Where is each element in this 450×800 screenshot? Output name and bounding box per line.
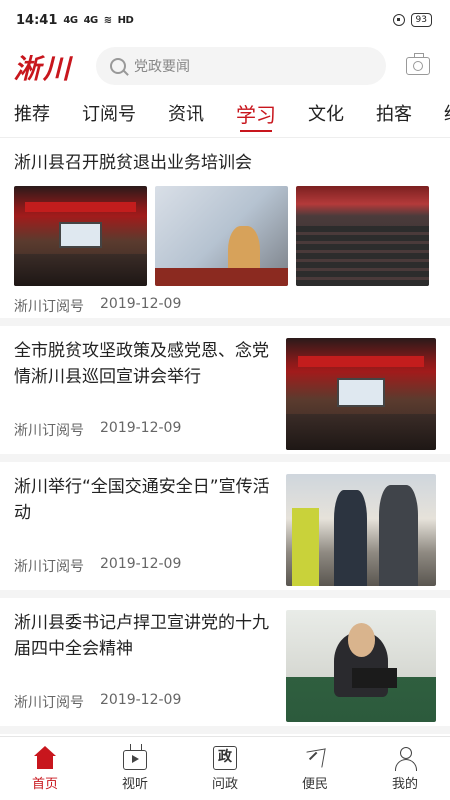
news-image: [286, 610, 436, 722]
news-text: 淅川县委书记卢捍卫宣讲党的十九届四中全会精神 淅川订阅号 2019-12-09: [14, 610, 286, 726]
news-title: 淅川县委书记卢捍卫宣讲党的十九届四中全会精神: [14, 613, 269, 659]
news-source: 淅川订阅号: [14, 423, 84, 439]
news-date: 2019-12-09: [100, 420, 182, 436]
news-meta: 淅川订阅号 2019-12-09: [14, 556, 272, 576]
nav-label: 问政: [211, 776, 238, 792]
wifi-icon: ≋: [103, 14, 112, 26]
battery-icon: 93: [410, 13, 432, 27]
news-date: 2019-12-09: [100, 556, 182, 572]
news-image: [14, 186, 147, 286]
tab-subscriptions[interactable]: 订阅号: [82, 92, 136, 137]
bottom-nav: 首页 视听 政 问政 便民 我的: [0, 736, 450, 800]
news-image: [286, 474, 436, 586]
status-bar: 14:41 4G 4G ≋ HD 93: [0, 0, 450, 40]
hd-icon: HD: [117, 14, 134, 26]
camera-icon[interactable]: [406, 53, 430, 75]
tv-icon: [123, 749, 147, 770]
news-meta: 淅川订阅号 2019-12-09: [14, 296, 436, 316]
tab-economy[interactable]: 经济: [444, 92, 450, 137]
search-input[interactable]: 党政要闻: [96, 47, 386, 85]
news-text: 淅川举行“全国交通安全日”宣传活动 淅川订阅号 2019-12-09: [14, 474, 286, 590]
nav-home[interactable]: 首页: [0, 737, 90, 800]
news-title: 淅川举行“全国交通安全日”宣传活动: [14, 477, 270, 523]
search-placeholder: 党政要闻: [134, 59, 190, 75]
app-logo: 淅川: [14, 53, 72, 85]
send-icon: [303, 746, 327, 770]
news-source: 淅川订阅号: [14, 695, 84, 711]
signal-icon-2: 4G: [83, 14, 99, 26]
tab-culture[interactable]: 文化: [308, 92, 344, 137]
news-image: [155, 186, 288, 286]
tab-recommend[interactable]: 推荐: [14, 92, 50, 137]
news-meta: 淅川订阅号 2019-12-09: [14, 692, 272, 712]
news-date: 2019-12-09: [100, 296, 182, 312]
news-meta: 淅川订阅号 2019-12-09: [14, 420, 272, 440]
status-right: 93: [392, 13, 432, 27]
news-title: 淅川县召开脱贫退出业务培训会: [14, 153, 252, 173]
zheng-icon: 政: [213, 745, 237, 770]
news-feed: 淅川县召开脱贫退出业务培训会 淅川订阅号 2019-12-09 全市脱贫攻坚政策…: [0, 138, 450, 734]
app-header: 淅川 党政要闻: [0, 40, 450, 92]
status-time: 14:41: [16, 12, 58, 28]
nav-video[interactable]: 视听: [90, 737, 180, 800]
news-item[interactable]: 淅川县召开脱贫退出业务培训会 淅川订阅号 2019-12-09: [0, 138, 450, 326]
news-image: [286, 338, 436, 450]
user-icon: [393, 746, 417, 771]
status-left: 14:41 4G 4G ≋ HD: [16, 12, 134, 28]
tab-paike[interactable]: 拍客: [376, 92, 412, 137]
news-item[interactable]: 淅川县委书记卢捍卫宣讲党的十九届四中全会精神 淅川订阅号 2019-12-09: [0, 598, 450, 734]
search-icon: [110, 58, 126, 74]
signal-icon: 4G: [63, 14, 78, 26]
nav-mine[interactable]: 我的: [360, 737, 450, 800]
news-date: 2019-12-09: [100, 692, 182, 708]
nav-wenzheng[interactable]: 政 问政: [180, 737, 270, 800]
nav-label: 首页: [31, 776, 58, 792]
rotation-lock-icon: [392, 14, 405, 26]
news-text: 全市脱贫攻坚政策及感党恩、念党情淅川县巡回宣讲会举行 淅川订阅号 2019-12…: [14, 338, 286, 454]
channel-tabs: 推荐 订阅号 资讯 学习 文化 拍客 经济: [0, 92, 450, 138]
tab-study[interactable]: 学习: [236, 92, 276, 137]
tab-news[interactable]: 资讯: [168, 92, 204, 137]
nav-label: 视听: [121, 776, 148, 792]
nav-label: 我的: [391, 776, 418, 792]
nav-label: 便民: [301, 776, 328, 792]
nav-services[interactable]: 便民: [270, 737, 360, 800]
news-item[interactable]: 淅川举行“全国交通安全日”宣传活动 淅川订阅号 2019-12-09: [0, 462, 450, 598]
thumbnail-row: [14, 186, 436, 286]
news-title: 全市脱贫攻坚政策及感党恩、念党情淅川县巡回宣讲会举行: [14, 341, 269, 387]
news-source: 淅川订阅号: [14, 299, 84, 315]
news-image: [296, 186, 429, 286]
news-item[interactable]: 全市脱贫攻坚政策及感党恩、念党情淅川县巡回宣讲会举行 淅川订阅号 2019-12…: [0, 326, 450, 462]
home-icon: [33, 745, 57, 770]
news-source: 淅川订阅号: [14, 559, 84, 575]
